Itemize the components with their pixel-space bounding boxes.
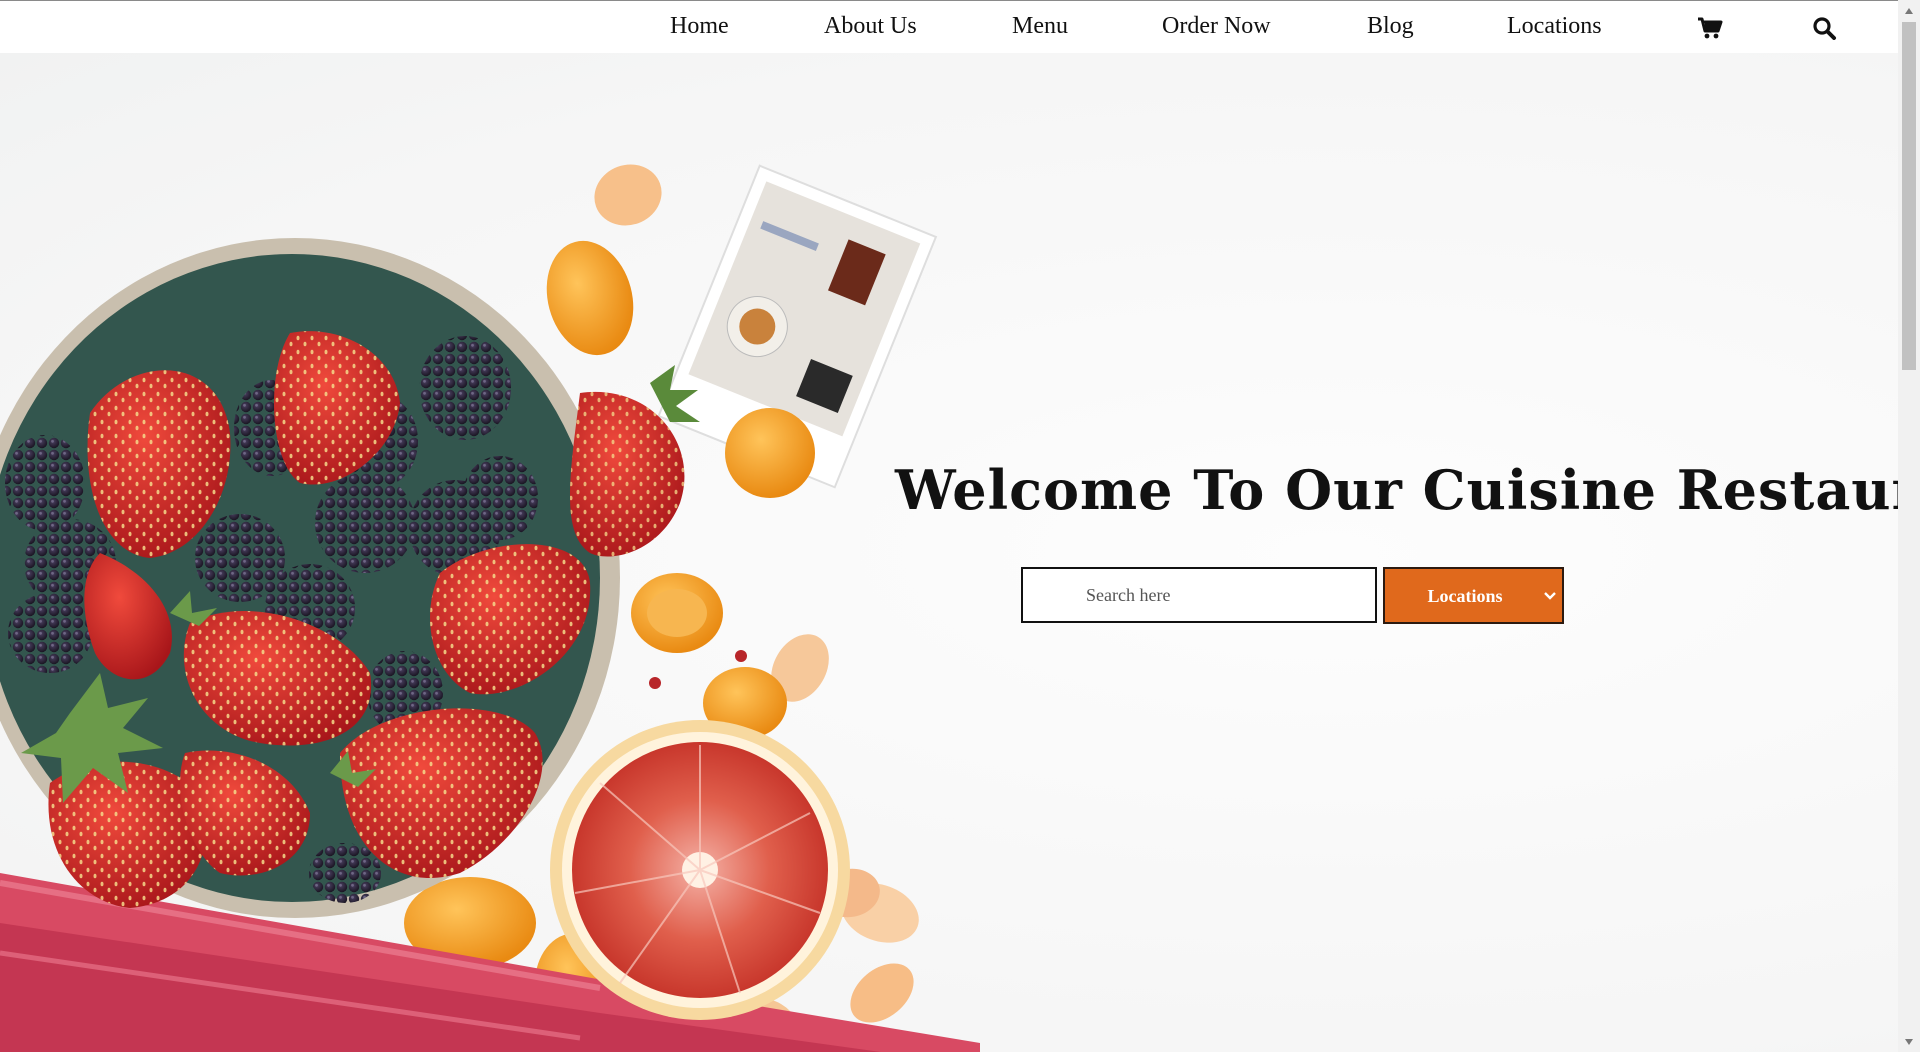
scrollbar-thumb[interactable] bbox=[1902, 22, 1916, 370]
search-box bbox=[1021, 567, 1377, 623]
scroll-up-arrow-icon[interactable] bbox=[1904, 7, 1914, 15]
search-icon[interactable] bbox=[1812, 16, 1838, 40]
nav-locations-link[interactable]: Locations bbox=[1507, 13, 1602, 40]
locations-dropdown[interactable]: Locations bbox=[1383, 567, 1564, 624]
top-navigation: Home About Us Menu Order Now Blog Locati… bbox=[0, 1, 1898, 53]
hero-section: Welcome To Our Cuisine Restaurant bbox=[0, 53, 1898, 1052]
hero-title: Welcome To Our Cuisine Restaurant bbox=[895, 458, 1898, 522]
scroll-down-arrow-icon[interactable] bbox=[1904, 1038, 1914, 1046]
shopping-cart-icon[interactable] bbox=[1697, 16, 1723, 40]
nav-order-now-link[interactable]: Order Now bbox=[1162, 13, 1271, 40]
page-scrollbar[interactable] bbox=[1898, 0, 1920, 1052]
chevron-down-icon bbox=[1544, 592, 1556, 600]
nav-menu-link[interactable]: Menu bbox=[1012, 13, 1068, 40]
nav-about-us-link[interactable]: About Us bbox=[824, 13, 917, 40]
nav-home-link[interactable]: Home bbox=[670, 13, 729, 40]
search-input[interactable] bbox=[1023, 569, 1375, 621]
fruit-bowl-image bbox=[0, 164, 980, 1052]
nav-blog-link[interactable]: Blog bbox=[1367, 13, 1414, 40]
locations-dropdown-value: Locations bbox=[1427, 586, 1503, 606]
